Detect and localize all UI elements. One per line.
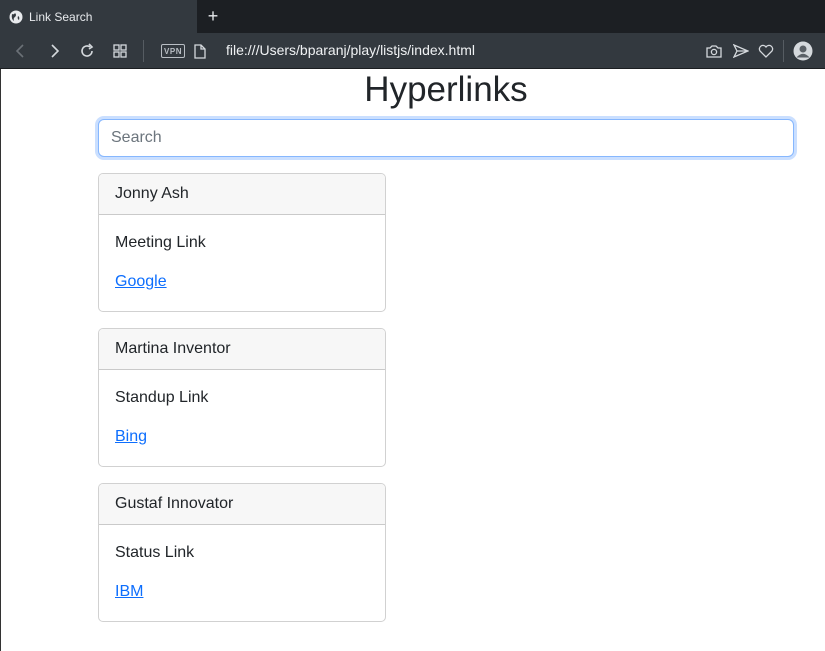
camera-icon[interactable] (704, 41, 724, 61)
card-label: Meeting Link (115, 234, 206, 251)
back-icon[interactable] (11, 41, 31, 61)
card-body: Meeting Link Google (99, 234, 385, 291)
link-card: Martina Inventor Standup Link Bing (98, 328, 386, 467)
toolbar-divider (783, 40, 784, 62)
profile-avatar-icon[interactable] (793, 41, 813, 61)
link-card: Jonny Ash Meeting Link Google (98, 173, 386, 312)
tab-title: Link Search (29, 9, 93, 24)
link-card: Gustaf Innovator Status Link IBM (98, 483, 386, 622)
card-body: Status Link IBM (99, 544, 385, 601)
speed-dial-icon[interactable] (110, 41, 130, 61)
card-label: Status Link (115, 544, 195, 561)
heart-icon[interactable] (756, 41, 776, 61)
new-tab-button[interactable]: + (203, 6, 223, 26)
globe-icon (9, 10, 23, 24)
page-border (0, 69, 1, 651)
search-input[interactable] (98, 119, 794, 157)
forward-icon[interactable] (44, 41, 64, 61)
card-label: Standup Link (115, 389, 209, 406)
toolbar-divider (143, 40, 144, 62)
reload-icon[interactable] (77, 41, 97, 61)
card-link[interactable]: Bing (115, 428, 147, 446)
address-bar[interactable]: file:///Users/bparanj/play/listjs/index.… (226, 42, 475, 58)
card-header-name: Jonny Ash (99, 174, 385, 215)
tab-bar: Link Search + (0, 0, 825, 33)
card-header-name: Gustaf Innovator (99, 484, 385, 525)
card-link[interactable]: Google (115, 273, 167, 291)
vpn-badge[interactable]: VPN (161, 44, 185, 58)
browser-toolbar: VPN file:///Users/bparanj/play/listjs/in… (0, 33, 825, 69)
card-header-name: Martina Inventor (99, 329, 385, 370)
card-body: Standup Link Bing (99, 389, 385, 446)
card-link[interactable]: IBM (115, 583, 143, 601)
file-icon (190, 41, 210, 61)
page-title: Hyperlinks (364, 70, 528, 109)
browser-tab[interactable]: Link Search (0, 0, 197, 33)
send-icon[interactable] (731, 41, 751, 61)
